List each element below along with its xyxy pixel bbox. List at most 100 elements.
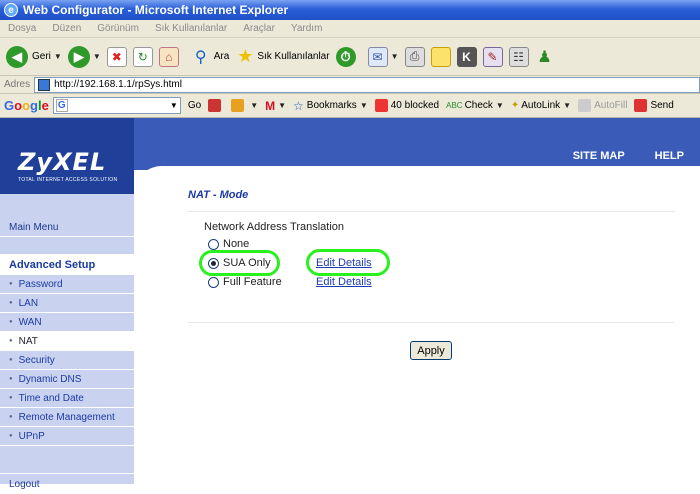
sidebar-item-label: Password <box>18 278 63 290</box>
autolink-button[interactable]: ✦ AutoLink ▼ <box>511 100 571 111</box>
bullet-icon: ● <box>9 300 13 306</box>
sidebar-item-label: WAN <box>18 316 42 328</box>
browser-toolbar: ◀ Geri ▼ ▶ ▼ ✖ ↻ ⌂ ⚲ Ara ★ Sık Kullanıla… <box>0 38 700 76</box>
chevron-down-icon[interactable]: ▼ <box>170 101 178 110</box>
edit-details-full-link[interactable]: Edit Details <box>316 276 372 288</box>
window-title: Web Configurator - Microsoft Internet Ex… <box>23 3 289 17</box>
chevron-down-icon[interactable]: ▼ <box>278 101 286 110</box>
refresh-button[interactable]: ↻ <box>132 46 153 67</box>
sidebar-item-upnp[interactable]: ● UPnP <box>0 427 134 446</box>
divider-bottom <box>188 322 675 323</box>
sidebar-item-wan[interactable]: ● WAN <box>0 313 134 332</box>
users-button[interactable]: ♟ <box>535 47 555 67</box>
k-icon: K <box>456 46 477 67</box>
sidebar: Main Menu Advanced Setup ● Password ● LA… <box>0 194 134 490</box>
sidebar-item-remote-management[interactable]: ● Remote Management <box>0 408 134 427</box>
send-button[interactable]: Send <box>634 99 674 112</box>
sidebar-item-dynamic-dns[interactable]: ● Dynamic DNS <box>0 370 134 389</box>
stop-icon: ✖ <box>106 46 127 67</box>
chevron-down-icon[interactable]: ▼ <box>250 101 258 110</box>
puzzle-icon <box>231 99 245 112</box>
section-label: Network Address Translation <box>204 221 345 233</box>
google-search-input[interactable]: G ▼ <box>52 97 181 114</box>
sidebar-logout[interactable]: Logout <box>0 474 134 494</box>
menu-item-araclar[interactable]: Araçlar <box>235 23 283 34</box>
zyxel-logo: ZyXEL TOTAL INTERNET ACCESS SOLUTION <box>0 118 134 194</box>
chevron-down-icon[interactable]: ▼ <box>496 101 504 110</box>
favorites-label: Sık Kullanılanlar <box>257 51 330 62</box>
sidebar-item-label: Security <box>18 354 55 366</box>
print-button[interactable]: ⎙ <box>404 46 425 67</box>
sidebar-item-label: Dynamic DNS <box>18 373 82 385</box>
bullet-icon: ● <box>9 433 13 439</box>
nat-option-none[interactable]: None <box>208 238 249 250</box>
edit-button[interactable] <box>430 46 451 67</box>
top-links: SITE MAP HELP <box>573 150 684 162</box>
search-button[interactable]: ⚲ Ara <box>191 47 229 67</box>
google-puzzle-button[interactable]: ▼ <box>231 99 258 112</box>
autofill-icon <box>578 99 592 112</box>
sidebar-advanced-setup[interactable]: Advanced Setup <box>0 255 134 275</box>
address-bar: Adres http://192.168.1.1/rpSys.html <box>0 76 700 94</box>
site-map-link[interactable]: SITE MAP <box>573 150 625 162</box>
stop-button[interactable]: ✖ <box>106 46 127 67</box>
sidebar-item-password[interactable]: ● Password <box>0 275 134 294</box>
star-icon: ★ <box>237 46 254 66</box>
help-link[interactable]: HELP <box>655 150 684 162</box>
address-input[interactable]: http://192.168.1.1/rpSys.html <box>34 76 700 93</box>
menu-item-duzen[interactable]: Düzen <box>44 23 89 34</box>
chevron-down-icon[interactable]: ▼ <box>360 101 368 110</box>
blocked-label: 40 blocked <box>390 100 440 111</box>
google-go-button[interactable]: Go <box>188 100 201 111</box>
sidebar-main-menu[interactable]: Main Menu <box>0 218 134 237</box>
radio-full-feature[interactable] <box>208 276 219 288</box>
bullet-icon: ● <box>9 281 13 287</box>
menu-item-yardim[interactable]: Yardım <box>283 23 331 34</box>
apply-button[interactable]: Apply <box>410 341 452 360</box>
messenger-button[interactable]: ☷ <box>508 46 529 67</box>
go-label: Go <box>187 100 202 111</box>
back-button[interactable]: ◀ Geri ▼ <box>6 45 62 68</box>
bullet-icon: ● <box>9 319 13 325</box>
sidebar-item-security[interactable]: ● Security <box>0 351 134 370</box>
chevron-down-icon[interactable]: ▼ <box>54 52 62 61</box>
send-label: Send <box>650 100 674 111</box>
autofill-label: AutoFill <box>594 100 628 111</box>
popup-blocker-button[interactable]: 40 blocked <box>374 99 440 112</box>
home-button[interactable]: ⌂ <box>158 46 179 67</box>
gmail-button[interactable]: M ▼ <box>265 99 286 113</box>
forward-button[interactable]: ▶ ▼ <box>67 45 101 68</box>
bullet-icon: ● <box>9 357 13 363</box>
google-news-button[interactable] <box>208 99 224 112</box>
news-icon <box>208 99 222 112</box>
logo-tagline: TOTAL INTERNET ACCESS SOLUTION <box>18 177 118 183</box>
research-button[interactable]: ✎ <box>482 46 503 67</box>
sidebar-spacer <box>0 237 134 255</box>
sidebar-item-label: Remote Management <box>18 411 115 423</box>
bookmarks-button[interactable]: ☆ Bookmarks ▼ <box>293 99 368 113</box>
chevron-down-icon[interactable]: ▼ <box>563 101 571 110</box>
autofill-button[interactable]: AutoFill <box>578 99 627 112</box>
sidebar-item-lan[interactable]: ● LAN <box>0 294 134 313</box>
menu-item-gorunum[interactable]: Görünüm <box>89 23 147 34</box>
menu-item-dosya[interactable]: Dosya <box>0 23 44 34</box>
k-button[interactable]: K <box>456 46 477 67</box>
spellcheck-button[interactable]: ABC Check ▼ <box>446 100 504 111</box>
bullet-icon: ● <box>9 376 13 382</box>
favorites-button[interactable]: ★ Sık Kullanılanlar <box>235 46 330 67</box>
google-logo[interactable]: Google <box>4 98 49 113</box>
sidebar-item-label: NAT <box>18 335 38 347</box>
sidebar-item-time-and-date[interactable]: ● Time and Date <box>0 389 134 408</box>
nat-option-full-feature[interactable]: Full Feature <box>208 276 282 288</box>
logout-label: Logout <box>9 478 40 490</box>
chevron-down-icon[interactable]: ▼ <box>391 52 399 61</box>
radio-none[interactable] <box>208 238 219 250</box>
sidebar-item-nat[interactable]: ● NAT <box>0 332 134 351</box>
window-titlebar: e Web Configurator - Microsoft Internet … <box>0 0 700 20</box>
sidebar-item-label: UPnP <box>18 430 45 442</box>
chevron-down-icon[interactable]: ▼ <box>93 52 101 61</box>
mail-button[interactable]: ✉ ▼ <box>367 46 399 67</box>
history-button[interactable]: ⏱ <box>335 46 356 67</box>
menu-item-favorites[interactable]: Sık Kullanılanlar <box>147 23 235 34</box>
history-icon: ⏱ <box>335 46 356 67</box>
